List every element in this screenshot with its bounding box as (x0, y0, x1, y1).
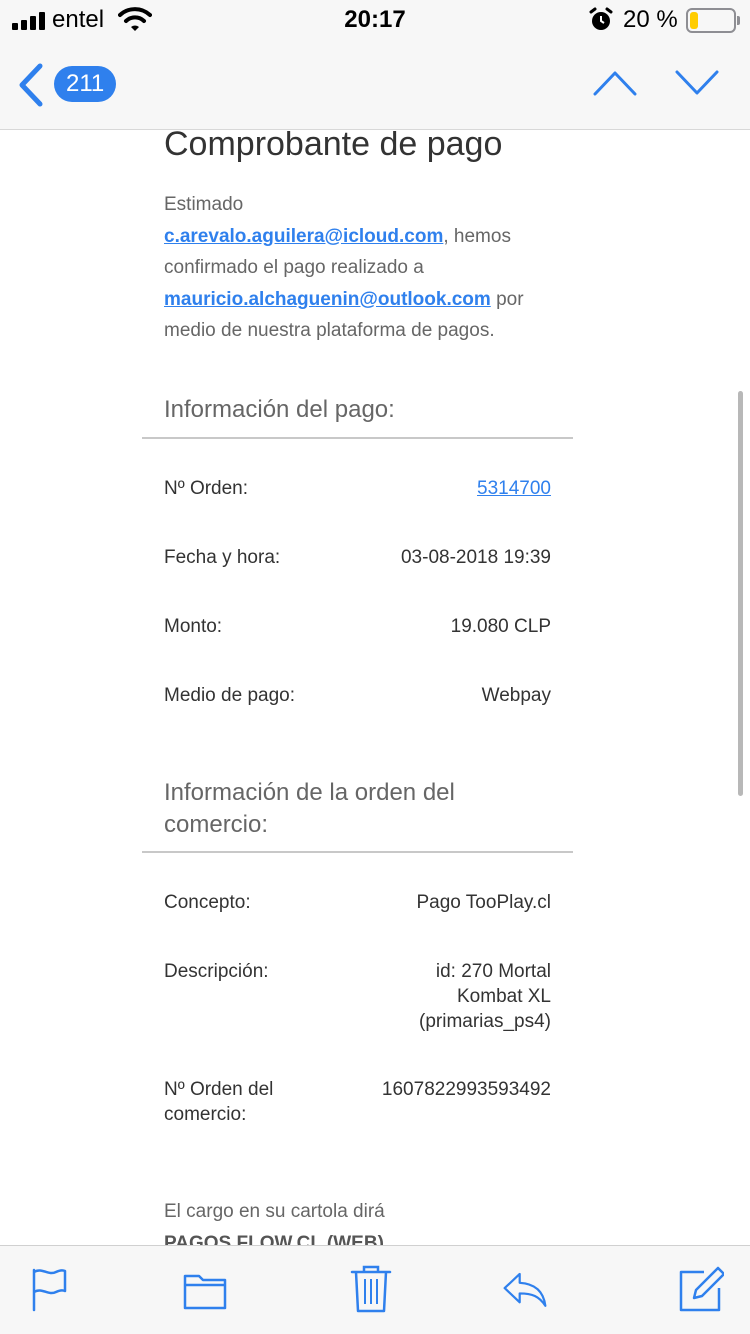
amount-label: Monto: (164, 616, 223, 637)
email-body[interactable]: Comprobante de pago Estimado c.arevalo.a… (0, 131, 750, 1245)
alarm-icon (589, 7, 613, 30)
description-value: id: 270 Mortal Kombat XL (primarias_ps4) (419, 959, 551, 1034)
mail-nav-bar: 211 (0, 40, 750, 130)
payment-info-divider (142, 437, 573, 439)
unread-count-badge[interactable]: 211 (54, 66, 117, 102)
payment-method-value: Webpay (481, 685, 551, 706)
chevron-left-icon[interactable] (14, 62, 46, 108)
payer-email-link[interactable]: c.arevalo.aguilera@icloud.com (164, 226, 443, 247)
folder-icon[interactable] (182, 1264, 228, 1314)
order-number-link[interactable]: 5314700 (477, 476, 551, 501)
battery-icon (686, 8, 740, 33)
statement-text: El cargo en su cartola dirá (164, 1201, 385, 1222)
description-label: Descripción: (164, 961, 269, 982)
description-line: id: 270 Mortal (435, 961, 551, 982)
payment-method-label: Medio de pago: (164, 685, 295, 706)
merchant-order-value: 1607822993593492 (381, 1079, 551, 1100)
status-bar: entel 20:17 20 % (0, 0, 750, 40)
concept-value: Pago TooPlay.cl (416, 892, 552, 913)
intro-prefix: Estimado (164, 194, 244, 215)
reply-icon[interactable] (502, 1264, 548, 1314)
amount-value: 19.080 CLP (450, 616, 551, 637)
scrollbar[interactable] (738, 391, 743, 796)
battery-percent: 20 % (623, 6, 678, 33)
trash-icon[interactable] (348, 1264, 394, 1314)
statement-name: PAGOS FLOW.CL (WEB) (164, 1233, 384, 1245)
order-info-heading: Información de la orden del comercio: (164, 779, 455, 838)
payment-info-heading: Información del pago: (164, 396, 395, 423)
battery-level (690, 12, 698, 29)
order-info-divider (142, 851, 573, 853)
email-title: Comprobante de pago (164, 131, 503, 163)
flag-icon[interactable] (26, 1264, 72, 1314)
date-time-label: Fecha y hora: (164, 547, 281, 568)
chevron-up-icon[interactable] (592, 68, 638, 98)
description-line: Kombat XL (457, 986, 551, 1007)
date-time-value: 03-08-2018 19:39 (400, 547, 551, 568)
payee-email-link[interactable]: mauricio.alchaguenin@outlook.com (164, 289, 491, 310)
order-number-label: Nº Orden: (164, 478, 249, 499)
chevron-down-icon[interactable] (674, 68, 720, 98)
merchant-order-label: Nº Orden del comercio: (164, 1077, 273, 1127)
merchant-order-label-line: comercio: (164, 1104, 247, 1125)
bottom-toolbar (0, 1245, 750, 1334)
description-line: (primarias_ps4) (419, 1011, 551, 1032)
compose-icon[interactable] (678, 1264, 724, 1314)
concept-label: Concepto: (164, 892, 251, 913)
intro-paragraph: Estimado c.arevalo.aguilera@icloud.com, … (164, 189, 564, 347)
merchant-order-label-line: Nº Orden del (164, 1079, 274, 1100)
